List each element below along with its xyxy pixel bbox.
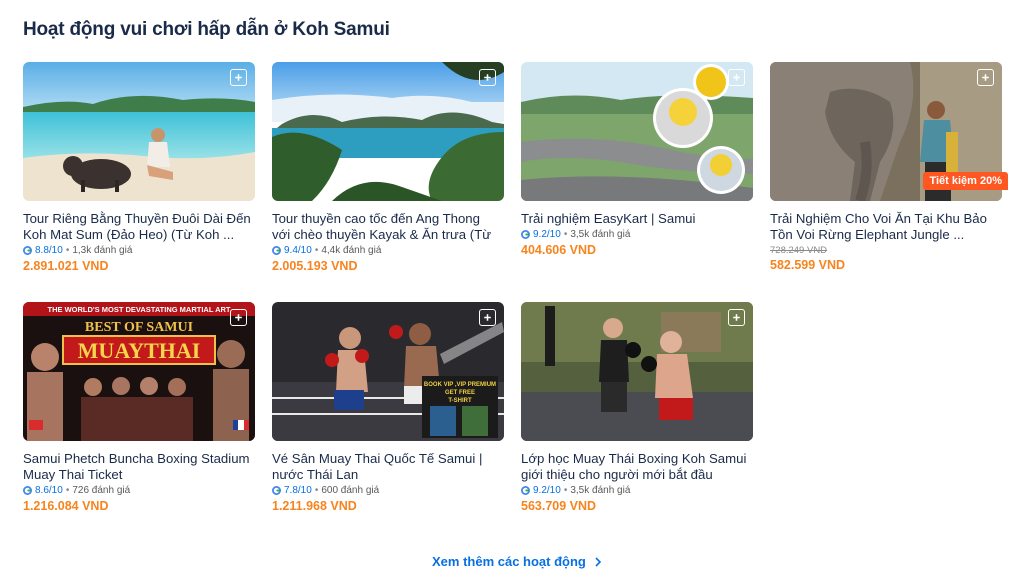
card-title[interactable]: Trải Nghiệm Cho Voi Ăn Tại Khu Bảo Tồn V…	[770, 211, 998, 242]
beach-pig-image	[23, 62, 255, 201]
review-count: 3,5k đánh giá	[570, 485, 631, 496]
rating-row: 9.2/10 • 3,5k đánh giá	[521, 484, 753, 497]
bookmark-plus-icon	[733, 74, 740, 81]
activity-card[interactable]: Tour thuyền cao tốc đến Ang Thong với ch…	[272, 62, 504, 274]
card-image[interactable]	[521, 302, 753, 441]
card-price: 2.005.193 VND	[272, 259, 358, 273]
card-image[interactable]	[23, 62, 255, 201]
card-title[interactable]: Vé Sân Muay Thai Quốc Tế Samui | nước Th…	[272, 451, 500, 482]
card-image[interactable]: THE WORLD'S MOST DEVASTATING MARTIAL ART…	[23, 302, 255, 441]
bookmark-plus-icon	[235, 314, 242, 321]
bookmark-plus-icon	[484, 314, 491, 321]
card-image[interactable]	[521, 62, 753, 201]
save-wishlist-button[interactable]	[728, 309, 745, 326]
boxing-stadium-image: BOOK VIP ,VIP PREMIUM GET FREE T-SHIRT	[272, 302, 504, 441]
rating-score: 8.8/10	[35, 245, 63, 256]
separator-dot: •	[65, 485, 70, 496]
card-image[interactable]: BOOK VIP ,VIP PREMIUM GET FREE T-SHIRT	[272, 302, 504, 441]
review-count: 600 đánh giá	[321, 485, 380, 496]
review-count: 1,3k đánh giá	[72, 245, 133, 256]
google-icon	[23, 246, 32, 255]
card-price: 563.709 VND	[521, 499, 597, 513]
bookmark-plus-icon	[484, 74, 491, 81]
rating-row: 9.2/10 • 3,5k đánh giá	[521, 228, 753, 241]
rating-score: 7.8/10	[284, 485, 312, 496]
poster-vip-text: BOOK VIP ,VIP PREMIUM	[424, 382, 496, 388]
save-wishlist-button[interactable]	[728, 69, 745, 86]
poster-line2: MUAYTHAI	[78, 338, 201, 363]
go-kart-track-image	[521, 62, 753, 201]
muay-thai-class-image	[521, 302, 753, 441]
rating-row: 8.8/10 • 1,3k đánh giá	[23, 244, 255, 257]
original-price: 728.249 VND	[770, 245, 828, 256]
card-price: 1.211.968 VND	[272, 499, 357, 513]
google-icon	[272, 486, 281, 495]
card-image[interactable]: Tiết kiệm 20%	[770, 62, 1008, 201]
card-price: 582.599 VND	[770, 258, 846, 272]
poster-free-text: GET FREE	[445, 390, 475, 396]
save-wishlist-button[interactable]	[230, 309, 247, 326]
separator-dot: •	[314, 485, 319, 496]
chevron-right-icon	[595, 556, 602, 567]
activity-card[interactable]: Lớp học Muay Thái Boxing Koh Samui giới …	[521, 302, 753, 514]
see-more-activities-link[interactable]: Xem thêm các hoạt động	[432, 554, 602, 569]
rating-score: 8.6/10	[35, 485, 63, 496]
muay-thai-poster-image: THE WORLD'S MOST DEVASTATING MARTIAL ART…	[23, 302, 255, 441]
review-count: 4,4k đánh giá	[321, 245, 382, 256]
card-title[interactable]: Lớp học Muay Thái Boxing Koh Samui giới …	[521, 451, 749, 482]
section-title: Hoạt động vui chơi hấp dẫn ở Koh Samui	[23, 19, 390, 40]
card-title[interactable]: Tour Riêng Bằng Thuyền Đuôi Dài Đến Koh …	[23, 211, 251, 242]
google-icon	[521, 486, 530, 495]
review-count: 3,5k đánh giá	[570, 229, 631, 240]
separator-dot: •	[65, 245, 70, 256]
rating-score: 9.2/10	[533, 485, 561, 496]
rating-row: 8.6/10 • 726 đánh giá	[23, 484, 255, 497]
rating-score: 9.4/10	[284, 245, 312, 256]
card-price: 2.891.021 VND	[23, 259, 109, 273]
activity-card[interactable]: THE WORLD'S MOST DEVASTATING MARTIAL ART…	[23, 302, 255, 514]
save-wishlist-button[interactable]	[977, 69, 994, 86]
separator-dot: •	[563, 485, 568, 496]
poster-line1: BEST OF SAMUI	[85, 320, 193, 335]
bookmark-plus-icon	[733, 314, 740, 321]
activity-card[interactable]: BOOK VIP ,VIP PREMIUM GET FREE T-SHIRT V…	[272, 302, 504, 514]
activity-card[interactable]: Trải nghiệm EasyKart | Samui 9.2/10 • 3,…	[521, 62, 753, 258]
rating-score: 9.2/10	[533, 229, 561, 240]
save-wishlist-button[interactable]	[479, 309, 496, 326]
card-price: 404.606 VND	[521, 243, 597, 257]
card-image[interactable]	[272, 62, 504, 201]
bookmark-plus-icon	[235, 74, 242, 81]
separator-dot: •	[563, 229, 568, 240]
discount-badge: Tiết kiệm 20%	[923, 172, 1008, 190]
card-title[interactable]: Samui Phetch Buncha Boxing Stadium Muay …	[23, 451, 251, 482]
ang-thong-islands-image	[272, 62, 504, 201]
review-count: 726 đánh giá	[72, 485, 131, 496]
save-wishlist-button[interactable]	[479, 69, 496, 86]
save-wishlist-button[interactable]	[230, 69, 247, 86]
card-price: 1.216.084 VND	[23, 499, 109, 513]
google-icon	[272, 246, 281, 255]
see-more-label: Xem thêm các hoạt động	[432, 554, 586, 569]
separator-dot: •	[314, 245, 319, 256]
activity-card[interactable]: Tiết kiệm 20% Trải Nghiệm Cho Voi Ăn Tại…	[770, 62, 1008, 273]
bookmark-plus-icon	[982, 74, 989, 81]
google-icon	[23, 486, 32, 495]
poster-top-text: THE WORLD'S MOST DEVASTATING MARTIAL ART	[47, 305, 230, 314]
google-icon	[521, 230, 530, 239]
activity-card[interactable]: Tour Riêng Bằng Thuyền Đuôi Dài Đến Koh …	[23, 62, 255, 274]
rating-row: 7.8/10 • 600 đánh giá	[272, 484, 504, 497]
card-title[interactable]: Tour thuyền cao tốc đến Ang Thong với ch…	[272, 211, 500, 242]
rating-row: 9.4/10 • 4,4k đánh giá	[272, 244, 504, 257]
poster-tshirt-text: T-SHIRT	[448, 398, 472, 404]
